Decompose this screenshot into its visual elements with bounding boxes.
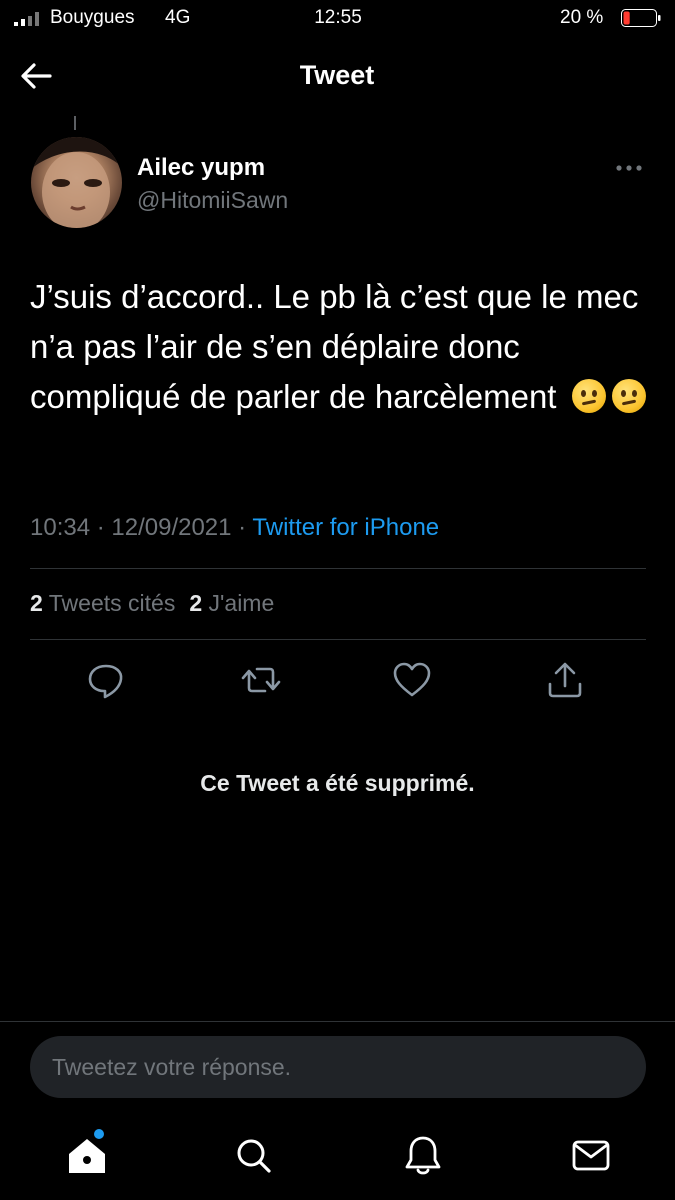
quote-count: 2 — [30, 590, 43, 616]
clock: 12:55 — [314, 7, 362, 28]
page-title: Tweet — [299, 60, 375, 90]
tab-home[interactable] — [62, 1132, 112, 1180]
divider — [0, 1021, 675, 1022]
tab-messages[interactable] — [566, 1132, 616, 1180]
retweet-button[interactable] — [239, 660, 283, 700]
more-options-button[interactable] — [612, 158, 646, 178]
share-icon — [548, 662, 582, 698]
more-dots-icon — [616, 165, 642, 171]
back-button[interactable] — [18, 58, 58, 94]
bell-icon — [405, 1136, 441, 1175]
thread-connector — [74, 116, 76, 130]
quote-tweets-stat[interactable]: 2 Tweets cités — [30, 590, 175, 616]
reply-button[interactable] — [84, 660, 128, 700]
tweet-text: J’suis d’accord.. Le pb là c’est que le … — [30, 272, 660, 422]
like-button[interactable] — [390, 660, 434, 700]
tweet-text-content: J’suis d’accord.. Le pb là c’est que le … — [30, 278, 639, 415]
network-type: 4G — [165, 7, 191, 28]
reply-icon — [88, 664, 123, 699]
battery-icon — [621, 9, 661, 27]
share-button[interactable] — [543, 660, 587, 700]
reply-placeholder: Tweetez votre réponse. — [52, 1054, 292, 1080]
likes-stat[interactable]: 2 J'aime — [189, 590, 274, 616]
author-handle[interactable]: @HitomiiSawn — [137, 187, 288, 214]
battery-percent: 20 % — [560, 7, 604, 28]
confused-face-icon — [571, 379, 606, 413]
tweet-source-link[interactable]: Twitter for iPhone — [252, 514, 439, 541]
unread-dot — [94, 1129, 104, 1139]
envelope-icon — [572, 1140, 610, 1171]
retweet-icon — [241, 667, 281, 693]
divider — [30, 639, 646, 640]
carrier-name: Bouygues — [50, 7, 135, 28]
tab-search[interactable] — [229, 1132, 279, 1180]
like-label: J'aime — [208, 590, 275, 616]
tweet-stats: 2 Tweets cités 2 J'aime — [30, 590, 274, 617]
tab-notifications[interactable] — [398, 1132, 448, 1180]
author-name[interactable]: Ailec yupm — [137, 154, 265, 182]
status-bar: Bouygues 4G 12:55 20 % — [0, 0, 675, 40]
quote-label: Tweets cités — [48, 590, 176, 616]
confused-face-icon — [611, 379, 646, 413]
avatar-face-image — [31, 137, 122, 228]
tweet-timestamp: 10:34 · 12/09/2021 · — [30, 514, 247, 541]
arrow-left-icon — [21, 63, 52, 89]
search-icon — [237, 1139, 271, 1173]
divider — [30, 568, 646, 569]
home-icon — [69, 1139, 105, 1173]
reply-input[interactable]: Tweetez votre réponse. — [30, 1036, 646, 1098]
avatar[interactable] — [31, 137, 122, 228]
tweet-meta: 10:34 · 12/09/2021 · Twitter for iPhone — [30, 514, 439, 542]
deleted-tweet-notice: Ce Tweet a été supprimé. — [200, 770, 475, 796]
heart-icon — [393, 662, 431, 697]
like-count: 2 — [189, 590, 203, 616]
signal-icon — [14, 12, 39, 26]
